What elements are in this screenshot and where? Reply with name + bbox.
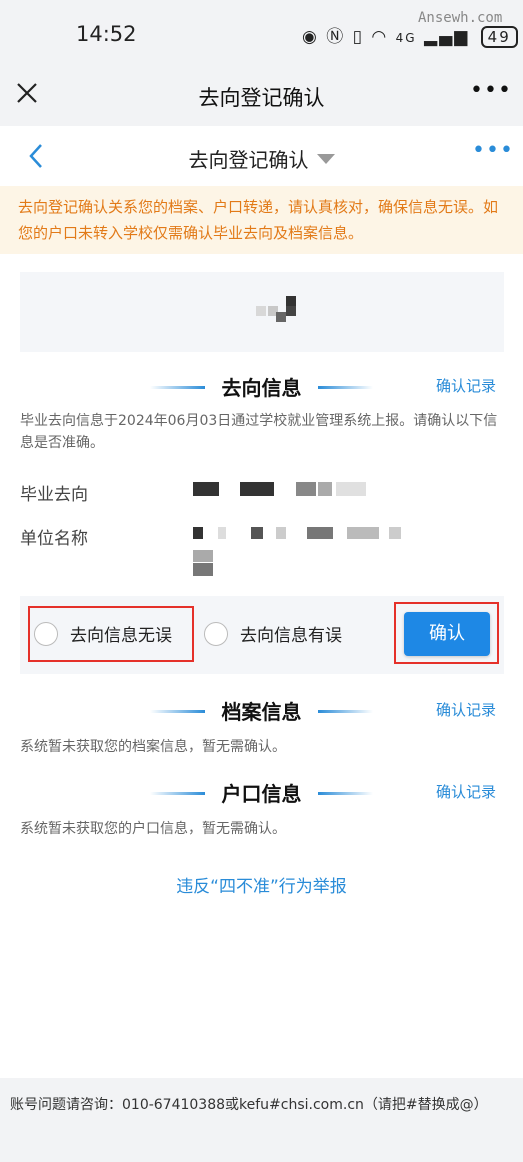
report-link[interactable]: 违反“四不准”行为举报: [0, 872, 523, 897]
wifi-icon: ◠: [371, 27, 389, 47]
nav-title[interactable]: 去向登记确认: [0, 144, 523, 173]
archive-section-header: 档案信息 确认记录: [0, 696, 523, 726]
option-label: 去向信息有误: [240, 626, 342, 646]
archive-record-link[interactable]: 确认记录: [436, 699, 496, 720]
hukou-record-link[interactable]: 确认记录: [436, 781, 496, 802]
hukou-description: 系统暂未获取您的户口信息，暂无需确认。: [20, 821, 286, 837]
destination-description: 毕业去向信息于2024年06月03日通过学校就业管理系统上报。请确认以下信息是否…: [20, 413, 498, 451]
masked-name-box: [20, 272, 504, 352]
field-label-employer: 单位名称: [20, 529, 88, 549]
masked-value: [307, 527, 333, 539]
masked-value: [193, 482, 219, 496]
field-label-destination: 毕业去向: [20, 485, 88, 505]
masked-value: [347, 527, 379, 539]
highlight-box: [28, 606, 194, 662]
masked-value: [251, 527, 263, 539]
masked-value: [193, 550, 213, 562]
destination-section-header: 去向信息 确认记录: [0, 372, 523, 402]
radio-circle-icon[interactable]: [204, 621, 228, 646]
nav-more-icon[interactable]: •••: [472, 138, 514, 163]
masked-value: [193, 563, 213, 576]
app-bar: 去向登记确认 •••: [0, 68, 523, 126]
masked-value: [336, 482, 366, 496]
nav-title-text: 去向登记确认: [188, 148, 309, 172]
option-info-incorrect[interactable]: 去向信息有误: [204, 621, 342, 646]
destination-record-link[interactable]: 确认记录: [436, 375, 496, 396]
confirm-button[interactable]: 确认: [404, 612, 490, 656]
masked-value: [318, 482, 332, 496]
archive-description: 系统暂未获取您的档案信息，暂无需确认。: [20, 739, 286, 755]
app-title: 去向登记确认: [198, 86, 325, 110]
status-time: 14:52: [76, 22, 137, 46]
divider-line: [318, 386, 373, 389]
nfc-icon: Ⓝ: [326, 27, 346, 47]
masked-value: [218, 527, 226, 539]
masked-value: [296, 482, 316, 496]
watermark: Ansewh.com: [418, 10, 503, 26]
divider-line: [318, 792, 373, 795]
masked-value: [240, 482, 274, 496]
masked-value: [276, 527, 286, 539]
hukou-section-header: 户口信息 确认记录: [0, 778, 523, 808]
masked-value: [389, 527, 401, 539]
nav-bar: 去向登记确认 •••: [0, 126, 523, 186]
more-icon[interactable]: •••: [470, 78, 512, 103]
divider-line: [318, 710, 373, 713]
network-label: 4G: [395, 31, 417, 45]
notice-banner: 去向登记确认关系您的档案、户口转递，请认真核对，确保信息无误。如您的户口未转入学…: [0, 186, 523, 254]
masked-value: [193, 527, 203, 539]
footer-contact-text: 账号问题请咨询：010-67410388或kefu#chsi.com.cn（请把…: [10, 1097, 488, 1113]
signal-icon: ▂▄▆: [424, 27, 470, 47]
vibrate-icon: ▯: [352, 27, 365, 47]
footer: 账号问题请咨询：010-67410388或kefu#chsi.com.cn（请把…: [0, 1078, 523, 1162]
status-bar: 14:52 ◉ Ⓝ ▯ ◠ 4G ▂▄▆ 49 Ansewh.com: [0, 0, 523, 68]
dropdown-caret-icon: [316, 154, 335, 164]
battery-level: 49: [487, 28, 511, 46]
battery-icon: 49: [480, 26, 518, 48]
eye-icon: ◉: [302, 27, 319, 47]
